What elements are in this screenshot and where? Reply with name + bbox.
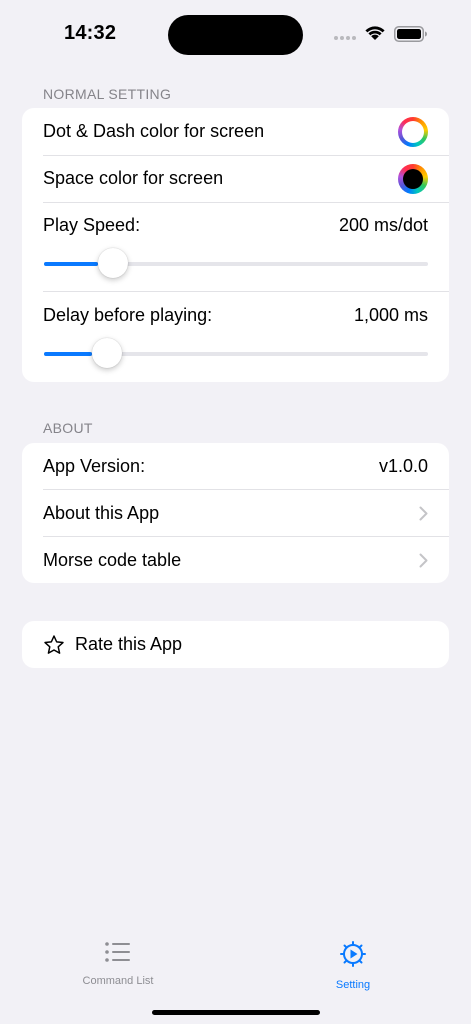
play-speed-value: 200 ms/dot [338,215,428,235]
normal-setting-header: NORMAL SETTING [43,86,172,102]
about-card: App Version: v1.0.0 About this App Morse… [22,443,449,583]
star-icon [44,634,64,654]
app-version-label: App Version: [43,456,146,476]
app-version-value: v1.0.0 [378,456,428,476]
delay-label: Delay before playing: [43,305,213,325]
delay-slider[interactable] [44,338,428,368]
space-color-label: Space color for screen [43,168,224,188]
home-indicator [152,1010,320,1015]
dot-dash-color-picker[interactable] [398,117,428,147]
rate-card: Rate this App [22,621,449,668]
rate-app-row[interactable]: Rate this App [22,621,449,668]
dot-dash-color-row[interactable]: Dot & Dash color for screen [22,108,449,155]
normal-settings-card: Dot & Dash color for screen Space color … [22,108,449,382]
play-speed-slider[interactable] [44,248,428,278]
chevron-right-icon [419,506,428,521]
delay-slider-thumb[interactable] [92,338,122,368]
play-speed-row: Play Speed: 200 ms/dot [22,202,449,249]
status-time: 14:32 [64,22,117,44]
space-color-row[interactable]: Space color for screen [22,155,449,202]
app-version-row: App Version: v1.0.0 [22,443,449,490]
tab-setting-label: Setting [335,979,371,991]
morse-table-row[interactable]: Morse code table [22,537,449,583]
about-app-row[interactable]: About this App [22,490,449,537]
tab-command-list[interactable]: Command List [48,940,188,987]
space-color-picker[interactable] [398,164,428,194]
cellular-signal-icon [334,36,356,40]
morse-table-label: Morse code table [43,550,182,570]
chevron-right-icon [419,553,428,568]
tab-setting[interactable]: Setting [283,940,423,991]
tab-command-list-label: Command List [82,975,154,987]
rate-app-label: Rate this App [75,634,183,654]
status-bar: 14:32 [0,0,471,70]
gear-play-icon [340,941,366,967]
list-icon [105,942,130,962]
about-header: ABOUT [43,420,93,436]
play-speed-slider-thumb[interactable] [97,248,128,278]
delay-slider-fill [44,352,92,356]
delay-value: 1,000 ms [353,305,428,325]
play-speed-label: Play Speed: [43,215,141,235]
play-speed-slider-fill [44,262,98,266]
wifi-icon [365,26,385,40]
dot-dash-color-label: Dot & Dash color for screen [43,121,265,141]
dynamic-island [168,15,303,55]
delay-row: Delay before playing: 1,000 ms [22,292,449,339]
battery-icon [394,26,427,42]
about-app-label: About this App [43,503,160,523]
